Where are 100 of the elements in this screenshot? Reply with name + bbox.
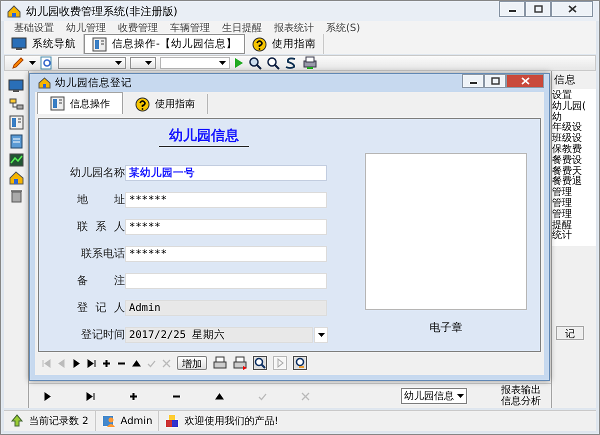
tree-item[interactable]: 管理 [552,210,572,221]
tree-item[interactable]: 设置 [552,91,572,102]
form-icon [50,96,65,111]
next-record-icon[interactable] [43,392,52,400]
stamp-label: 电子章 [430,320,462,335]
field-label: 联系电话 [80,246,125,261]
tree-item[interactable]: 年级设 [552,123,582,134]
network-icon [8,97,24,111]
preview-icon[interactable] [40,56,54,70]
menu-item[interactable]: 幼儿管理 [60,20,112,34]
print-preview-icon[interactable] [233,356,247,370]
field-label: 登记人 [77,300,125,315]
dialog-tab[interactable]: 信息操作 [37,92,123,114]
menu-item[interactable]: 收费管理 [112,20,164,34]
side-button[interactable]: 记 [556,326,584,340]
tree-item[interactable]: 统计 [552,231,572,242]
tree-item[interactable]: 餐费退 [552,177,582,188]
field-label: 登记时间 [80,327,125,342]
maximize-button[interactable] [484,74,506,88]
print-icon[interactable] [213,356,227,370]
help-icon [252,36,267,52]
user-icon [102,414,116,428]
nav-tab[interactable]: 使用指南 [244,34,324,54]
menu-item[interactable]: 基础设置 [8,20,60,34]
text-field[interactable]: ****** [125,246,327,262]
tree-item[interactable]: 班级设 [552,134,582,145]
text-field[interactable] [125,272,327,288]
up-icon[interactable] [132,358,141,368]
zoom-icon[interactable] [253,356,267,370]
form-icon [8,115,24,130]
house-icon [7,4,21,18]
play-icon[interactable] [234,57,244,69]
close-icon [568,5,576,13]
find-icon[interactable] [293,356,307,370]
help-icon [135,96,150,112]
close-icon [520,77,530,85]
caret-icon [457,394,464,398]
operator-dropdown[interactable] [130,57,156,69]
field-label: 备注 [77,273,125,288]
status-text: Admin [120,416,152,426]
house-icon [38,77,51,89]
field-label: 地址 [77,192,125,207]
status-text: 当前记录数 2 [29,414,89,428]
form-icon [92,36,107,52]
add-button[interactable]: 增加 [177,356,207,370]
caret-icon [219,61,226,65]
tree-item[interactable]: 幼儿园( [552,102,586,113]
caret-icon [145,61,152,65]
nav-tab[interactable]: 系统导航 [4,34,84,54]
up-icon[interactable] [215,392,224,400]
download-icon [10,414,24,428]
menu-item[interactable]: 生日提醒 [216,20,268,34]
monitor-icon [11,37,27,51]
search-icon[interactable] [248,56,262,70]
blocks-icon [165,414,180,428]
chart-icon [8,153,24,167]
tree-item[interactable]: 幼 [552,112,562,124]
field-label: 联系人 [77,219,125,234]
document-icon [10,134,22,149]
tree-item[interactable]: 管理 [552,198,572,210]
tree-item[interactable]: 管理 [552,188,572,199]
text-field[interactable]: ***** [125,218,327,234]
window-title: 幼儿园收费管理系统(非注册版) [26,4,179,18]
status-text: 欢迎使用我们的产品! [184,414,278,428]
menu-item[interactable]: 报表统计 [268,20,320,34]
nav-tab[interactable]: 信息操作-【幼儿园信息】 [84,34,245,54]
caret-icon [29,61,36,65]
add-icon[interactable] [102,358,111,368]
text-field[interactable]: 某幼儿园一号 [125,164,327,180]
text-field[interactable]: ****** [125,192,327,208]
add-icon[interactable] [129,392,138,400]
date-dropdown-button[interactable] [314,326,328,342]
column-header: 信息 [553,73,577,88]
form-title: 幼儿园信息 [159,127,249,147]
last-record-icon[interactable] [87,358,96,368]
minimize-button[interactable] [462,74,484,88]
menu-item[interactable]: 车辆管理 [164,20,216,34]
maximize-icon [534,5,542,13]
link[interactable]: 信息分析 [501,396,541,407]
tree-item[interactable]: 保教费 [552,144,582,156]
close-button[interactable] [551,1,593,17]
table-dropdown[interactable]: 幼儿园信息 [401,388,467,404]
maximize-button[interactable] [525,1,551,17]
minimize-button[interactable] [499,1,525,17]
field-label: 幼儿园名称 [69,165,125,180]
curve-icon[interactable] [284,56,298,70]
house-icon [8,171,24,185]
tree-item[interactable]: 餐费设 [552,156,582,167]
dialog-title: 幼儿园信息登记 [55,76,133,90]
printer-icon[interactable] [302,56,318,70]
trash-icon [10,189,22,203]
link[interactable]: 报表输出 [501,385,541,396]
last-record-icon[interactable] [86,392,95,400]
caret-icon [115,61,122,65]
search-icon[interactable] [266,56,280,70]
monitor-icon [8,79,24,93]
maximize-icon [490,77,500,85]
caret-icon [318,332,324,336]
menu-item[interactable]: 系统(S) [320,20,366,34]
next-record-icon[interactable] [72,358,81,368]
